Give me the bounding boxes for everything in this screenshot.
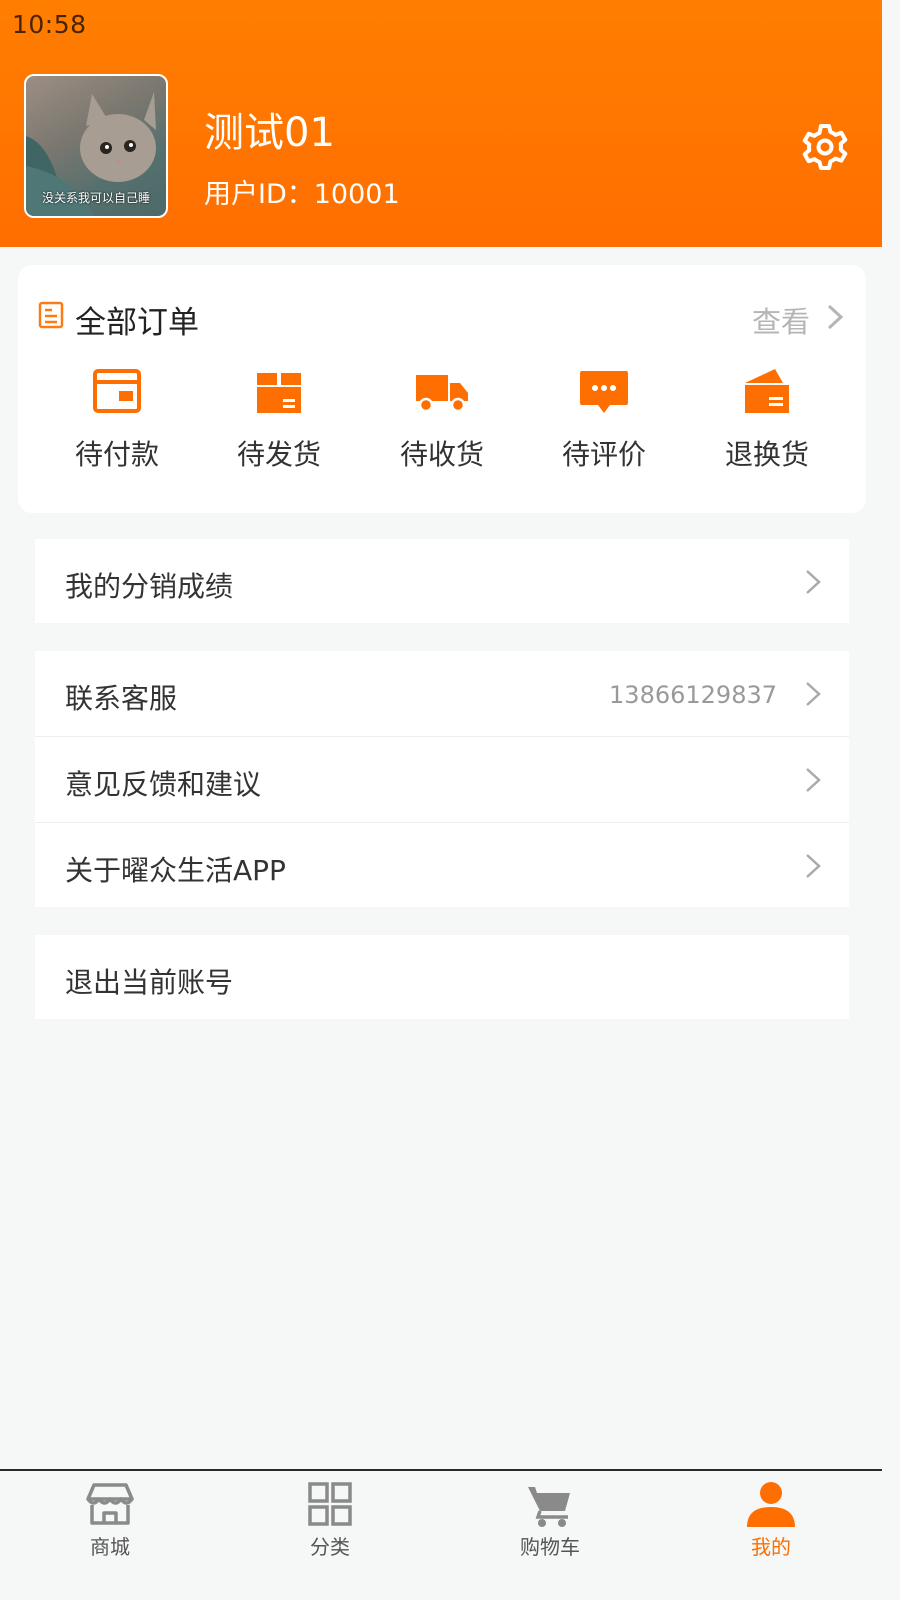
menu-item-label: 关于曜众生活APP: [65, 854, 286, 887]
wallet-icon: [93, 369, 141, 413]
menu-item-contact[interactable]: 联系客服 13866129837: [35, 651, 849, 737]
tab-mine[interactable]: 我的: [701, 1479, 841, 1569]
chevron-right-icon: [806, 854, 821, 878]
order-item-label: 待收货: [399, 438, 484, 471]
contact-phone: 13866129837: [609, 681, 777, 709]
menu-item-label: 退出当前账号: [65, 966, 234, 999]
order-list-icon: [38, 301, 64, 329]
user-id: 用户ID：10001: [204, 179, 400, 210]
tab-label: 分类: [310, 1535, 350, 1559]
profile-header: 10:58 没关系我可以自己睡 测试01 用户ID：10001: [0, 0, 882, 247]
menu-item-label: 我的分销成绩: [65, 570, 234, 603]
gear-icon: [802, 124, 848, 170]
comment-icon: [580, 371, 628, 413]
chevron-right-icon: [806, 768, 821, 792]
cart-icon: [528, 1487, 570, 1527]
menu-item-label: 意见反馈和建议: [65, 768, 262, 801]
order-returns[interactable]: 退换货: [697, 365, 837, 485]
orders-card: 全部订单 查看 待付款 待发货 待收货 待评价 退换货: [18, 265, 866, 513]
store-icon: [86, 1483, 134, 1525]
order-pending-payment[interactable]: 待付款: [47, 365, 187, 485]
grid-icon: [308, 1482, 352, 1526]
order-pending-review[interactable]: 待评价: [534, 365, 674, 485]
order-pending-receipt[interactable]: 待收货: [372, 365, 512, 485]
menu-item-feedback[interactable]: 意见反馈和建议: [35, 737, 849, 823]
box-icon: [257, 373, 301, 413]
tab-label: 我的: [751, 1535, 791, 1559]
bottom-tab-bar: 商城 分类 购物车 我的: [0, 1469, 882, 1600]
menu-item-distribution[interactable]: 我的分销成绩: [35, 539, 849, 623]
menu-item-about[interactable]: 关于曜众生活APP: [35, 823, 849, 907]
tab-mall[interactable]: 商城: [40, 1479, 180, 1569]
chevron-right-icon: [806, 682, 821, 706]
order-item-label: 待付款: [74, 438, 159, 471]
avatar[interactable]: 没关系我可以自己睡: [24, 74, 168, 218]
truck-icon: [416, 375, 468, 413]
menu-item-label: 联系客服: [65, 682, 178, 715]
status-time: 10:58: [12, 10, 87, 39]
tab-label: 购物车: [520, 1535, 580, 1559]
tab-label: 商城: [90, 1535, 130, 1559]
order-item-label: 待评价: [561, 438, 646, 471]
tab-cart[interactable]: 购物车: [480, 1479, 620, 1569]
menu-group-account: 退出当前账号: [35, 935, 849, 1019]
return-icon: [745, 369, 789, 413]
settings-button[interactable]: [800, 122, 850, 172]
user-icon: [747, 1482, 795, 1527]
chevron-right-icon: [806, 570, 821, 594]
order-pending-shipment[interactable]: 待发货: [209, 365, 349, 485]
order-item-label: 待发货: [236, 438, 321, 471]
order-item-label: 退换货: [724, 438, 809, 471]
user-name: 测试01: [204, 110, 335, 156]
logout-button[interactable]: 退出当前账号: [35, 935, 849, 1019]
tab-category[interactable]: 分类: [260, 1479, 400, 1569]
chevron-right-icon[interactable]: [826, 303, 844, 331]
orders-view-link[interactable]: 查看: [752, 299, 810, 341]
menu-group-support: 联系客服 13866129837 意见反馈和建议 关于曜众生活APP: [35, 651, 849, 907]
orders-title: 全部订单: [75, 305, 199, 341]
avatar-caption: 没关系我可以自己睡: [41, 191, 150, 205]
menu-group-distribution: 我的分销成绩: [35, 539, 849, 623]
